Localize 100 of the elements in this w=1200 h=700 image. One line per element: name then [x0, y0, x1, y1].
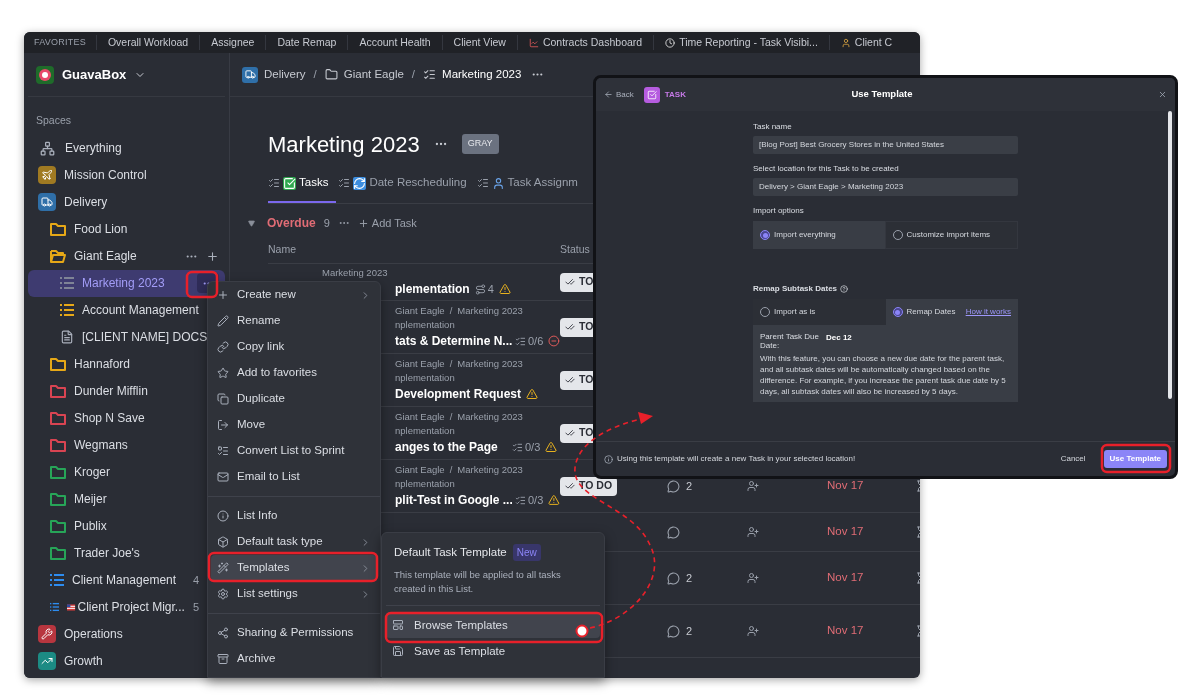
task-path-link[interactable]: Marketing 2023 — [322, 265, 388, 281]
collapse-icon[interactable] — [248, 219, 255, 227]
breadcrumb-link[interactable]: Marketing 2023 — [442, 65, 522, 84]
task-path-link[interactable]: Giant Eagle — [395, 409, 445, 424]
back-button[interactable]: Back — [604, 88, 634, 101]
favorite-tab[interactable]: Overall Workload — [95, 34, 200, 51]
save-icon — [392, 645, 404, 658]
folder-icon — [324, 68, 338, 81]
path-separator: / — [449, 356, 453, 371]
exit-icon — [217, 419, 229, 431]
menu-item[interactable]: Templates — [211, 555, 377, 581]
checklist-icon — [512, 441, 523, 453]
workspace-name[interactable]: GuavaBox — [62, 64, 127, 85]
highlight-outline — [185, 270, 219, 299]
checklist-icon — [217, 445, 229, 457]
favorite-tab[interactable]: Account Health — [347, 34, 442, 51]
scrollbar-thumb[interactable] — [1168, 111, 1172, 399]
plus-icon[interactable] — [206, 249, 219, 263]
sidebar-item[interactable]: Mission Control — [28, 161, 225, 189]
input-field[interactable]: [Blog Post] Best Grocery Stores in the United States — [753, 136, 1018, 154]
radio-option[interactable]: Customize import items — [884, 221, 1018, 249]
task-path-link[interactable]: Giant Eagle — [395, 356, 445, 371]
sidebar-item[interactable]: Giant Eagle — [28, 242, 225, 270]
radio-option[interactable]: Remap Dates How it works — [885, 299, 1018, 325]
comment-icon[interactable] — [667, 525, 680, 539]
menu-item[interactable]: Save as Template — [386, 638, 600, 665]
sidebar-item[interactable]: Delivery — [28, 188, 225, 216]
add-assignee-icon[interactable] — [747, 625, 759, 637]
link-count: 4 — [487, 281, 494, 297]
radio-option[interactable]: Import as is — [753, 299, 886, 325]
task-name[interactable]: anges to the Page — [395, 438, 507, 457]
breadcrumb-separator: / — [410, 66, 417, 82]
task-name[interactable]: plementation — [395, 280, 470, 299]
task-name[interactable]: Development Request — [395, 385, 522, 404]
share-icon — [217, 627, 229, 639]
help-icon[interactable] — [840, 285, 849, 293]
view-tab[interactable]: Task Assignm — [476, 165, 586, 203]
add-assignee-icon[interactable] — [747, 572, 759, 584]
radio-button[interactable] — [760, 230, 770, 240]
task-path-link[interactable]: nplementation — [395, 318, 560, 333]
marker-dot — [575, 624, 589, 638]
task-path-link[interactable]: Marketing 2023 — [457, 303, 523, 318]
due-date: Nov 17 — [827, 524, 865, 540]
comment-count: 2 — [686, 570, 693, 586]
status-icon — [565, 322, 575, 332]
favorite-tab[interactable]: Client View — [441, 34, 517, 51]
radio-option[interactable]: Import everything — [753, 221, 885, 249]
task-icon — [643, 86, 660, 103]
task-name[interactable]: plit-Test in Google ... — [395, 491, 510, 510]
add-assignee-icon[interactable] — [747, 480, 759, 492]
group-name: Overdue — [267, 215, 316, 232]
favorite-tab[interactable]: Assignee — [199, 34, 266, 51]
task-path-link[interactable]: nplementation — [395, 477, 560, 492]
breadcrumb-link[interactable]: Delivery — [264, 65, 306, 84]
close-icon[interactable] — [1158, 90, 1167, 99]
sidebar-item[interactable]: Everything — [28, 134, 225, 162]
favorite-tab[interactable]: Time Reporting - Task Visibi... — [653, 34, 829, 51]
plus-icon — [217, 289, 229, 301]
help-link[interactable]: How it works — [965, 306, 1011, 318]
task-name[interactable]: tats & Determine N... — [395, 332, 510, 351]
task-path-link[interactable]: Giant Eagle — [395, 303, 445, 318]
radio-button[interactable] — [892, 307, 903, 317]
task-path-link[interactable]: Marketing 2023 — [457, 462, 523, 477]
task-path-link[interactable]: nplementation — [395, 371, 560, 386]
task-path-link[interactable]: Marketing 2023 — [457, 409, 523, 424]
favorite-tab[interactable]: Contracts Dashboard — [516, 34, 654, 51]
sidebar-item[interactable]: Food Lion — [28, 215, 225, 243]
plus-icon — [357, 217, 369, 229]
favorite-tab[interactable]: Date Remap — [265, 34, 348, 51]
add-assignee-icon[interactable] — [747, 526, 759, 538]
checkbox-icon — [283, 176, 296, 190]
field-label: Import options — [753, 205, 805, 217]
comment-icon[interactable] — [667, 571, 680, 585]
view-tab[interactable]: Date Rescheduling — [338, 165, 475, 203]
view-tab[interactable]: Tasks — [268, 165, 337, 203]
status-icon — [565, 277, 575, 287]
input-field[interactable]: Delivery > Giant Eagle > Marketing 2023 — [753, 178, 1018, 196]
breadcrumb-link[interactable]: Giant Eagle — [343, 65, 404, 84]
new-badge: New — [512, 544, 541, 562]
mail-icon — [217, 471, 229, 483]
task-path-link[interactable]: Marketing 2023 — [457, 356, 523, 371]
cancel-button[interactable]: Cancel — [1060, 453, 1086, 465]
archive-icon — [217, 653, 229, 665]
due-date-label: Parent Task Due Date: — [760, 332, 820, 350]
task-path-link[interactable]: nplementation — [395, 424, 560, 439]
task-path-link[interactable]: Giant Eagle — [395, 462, 445, 477]
due-date-value: Dec 12 — [826, 332, 852, 344]
info-icon — [604, 454, 613, 464]
add-task-button[interactable]: Add Task — [357, 214, 417, 232]
comment-icon[interactable] — [667, 479, 680, 493]
route-icon — [474, 283, 486, 295]
sidebar-item[interactable]: Marketing 2023 — [28, 269, 225, 297]
checklist-icon — [515, 494, 526, 506]
favorite-tab[interactable]: Client C — [828, 34, 904, 51]
comment-icon[interactable] — [667, 624, 680, 638]
link-icon — [217, 341, 229, 353]
document-icon — [60, 330, 74, 345]
section-label: Spaces — [35, 113, 73, 128]
highlight-outline — [1100, 443, 1172, 474]
column-header: Status — [560, 241, 590, 257]
